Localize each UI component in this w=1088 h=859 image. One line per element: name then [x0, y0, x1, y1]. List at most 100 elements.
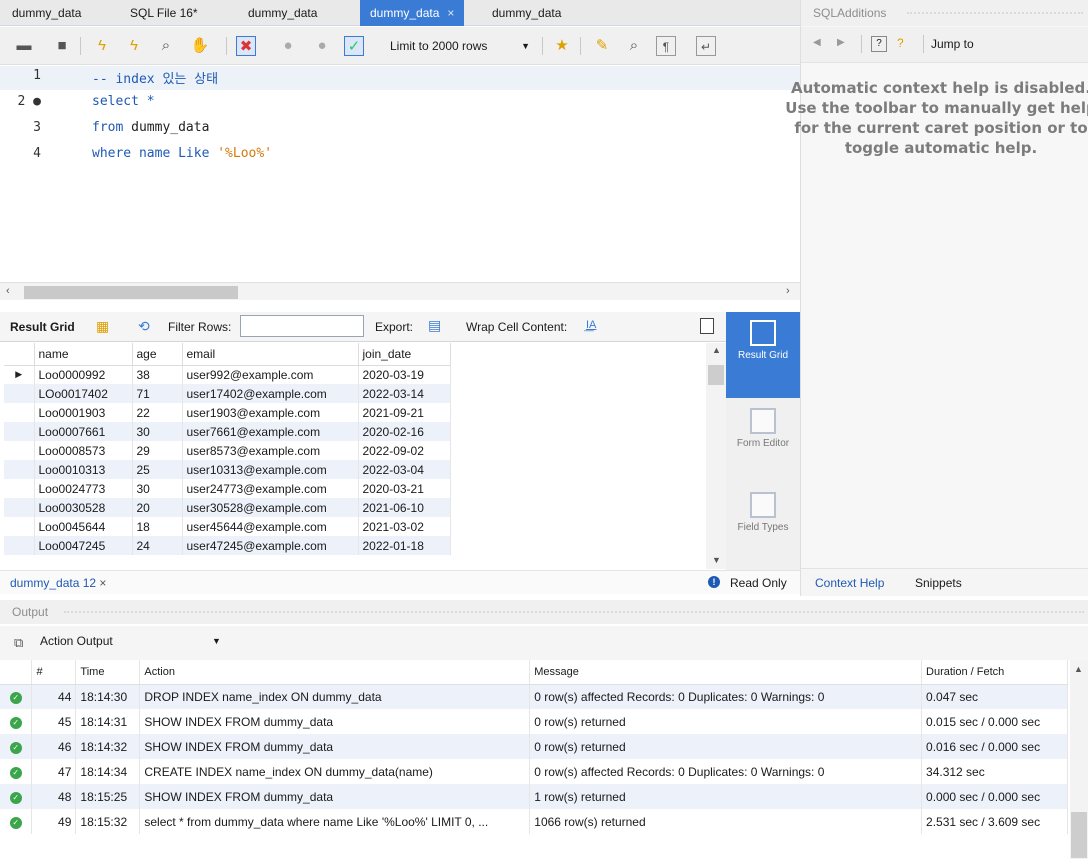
- table-cell[interactable]: user47245@example.com: [182, 536, 359, 555]
- output-row[interactable]: ✓ 46 18:14:32 SHOW INDEX FROM dummy_data 0 r…: [0, 734, 1068, 759]
- table-row[interactable]: LOo0017402 71 user17402@example.com 2022-03…: [4, 384, 451, 403]
- table-cell[interactable]: user24773@example.com: [182, 479, 359, 498]
- table-cell[interactable]: Loo0001903: [34, 403, 133, 422]
- table-cell[interactable]: user45644@example.com: [182, 517, 359, 536]
- table-cell[interactable]: 25: [132, 460, 183, 479]
- column-header[interactable]: Duration / Fetch: [921, 660, 1068, 685]
- output-vertical-scrollbar[interactable]: ▲: [1070, 660, 1088, 859]
- auto-help-icon[interactable]: ?: [897, 36, 904, 50]
- table-cell[interactable]: 2022-03-04: [358, 460, 451, 479]
- scroll-left-icon[interactable]: ‹: [6, 285, 10, 297]
- wrap-lines-icon[interactable]: ↵: [696, 36, 716, 56]
- rollback-icon[interactable]: ●: [312, 36, 332, 56]
- filter-rows-input[interactable]: [240, 315, 364, 337]
- column-header[interactable]: #: [31, 660, 77, 685]
- column-header[interactable]: Action: [139, 660, 531, 685]
- field-types-tool[interactable]: Field Types: [726, 484, 800, 568]
- editor-horizontal-scrollbar[interactable]: ‹ ›: [0, 282, 800, 300]
- sql-editor[interactable]: 1 -- index 있는 상태 2 ● select * 3 from dum…: [0, 66, 800, 282]
- table-cell[interactable]: user7661@example.com: [182, 422, 359, 441]
- column-header[interactable]: Time: [75, 660, 141, 685]
- result-grid-tool[interactable]: Result Grid: [726, 312, 800, 398]
- execute-icon[interactable]: ϟ: [92, 36, 112, 56]
- beautify-icon[interactable]: ✎: [592, 36, 612, 56]
- autocommit-icon[interactable]: ✓: [344, 36, 364, 56]
- column-header[interactable]: age: [132, 343, 183, 366]
- forward-icon[interactable]: ▶: [837, 37, 845, 48]
- table-cell[interactable]: 2020-03-19: [358, 365, 451, 384]
- table-cell[interactable]: 29: [132, 441, 183, 460]
- code-line-2[interactable]: select *: [92, 94, 155, 109]
- table-cell[interactable]: user17402@example.com: [182, 384, 359, 403]
- form-editor-tool[interactable]: Form Editor: [726, 400, 800, 484]
- output-row[interactable]: ✓ 47 18:14:34 CREATE INDEX name_index ON du…: [0, 759, 1068, 784]
- table-row[interactable]: ▶ Loo0000992 38 user992@example.com 2020-03-…: [4, 365, 451, 384]
- tab-dummy-data-2[interactable]: dummy_data: [238, 0, 327, 26]
- tab-dummy-data-1[interactable]: dummy_data: [2, 0, 91, 26]
- table-cell[interactable]: Loo0030528: [34, 498, 133, 517]
- column-header[interactable]: email: [182, 343, 359, 366]
- close-icon[interactable]: ×: [447, 6, 454, 20]
- code-line-4[interactable]: where name Like '%Loo%': [92, 146, 272, 161]
- scroll-down-icon[interactable]: ▼: [712, 555, 721, 565]
- table-row[interactable]: Loo0008573 29 user8573@example.com 2022-09-…: [4, 441, 451, 460]
- copy-icon[interactable]: ⧉: [14, 635, 23, 651]
- result-grid-label[interactable]: Result Grid: [10, 320, 75, 334]
- table-cell[interactable]: 20: [132, 498, 183, 517]
- table-row[interactable]: Loo0047245 24 user47245@example.com 2022-01…: [4, 536, 451, 555]
- row-selector[interactable]: [4, 422, 35, 441]
- row-selector[interactable]: [4, 384, 35, 403]
- scrollbar-thumb[interactable]: [1071, 812, 1087, 858]
- execute-current-icon[interactable]: ϟ: [124, 36, 144, 56]
- toggle-panel-icon[interactable]: [700, 318, 714, 334]
- result-grid[interactable]: name age email join_date ▶ Loo0000992 38 us…: [4, 343, 706, 569]
- table-cell[interactable]: 2021-09-21: [358, 403, 451, 422]
- result-tab[interactable]: dummy_data 12 ×: [10, 576, 106, 590]
- table-cell[interactable]: Loo0045644: [34, 517, 133, 536]
- open-file-icon[interactable]: ▬: [14, 36, 34, 56]
- table-cell[interactable]: 2020-02-16: [358, 422, 451, 441]
- row-selector[interactable]: [4, 441, 35, 460]
- table-cell[interactable]: 30: [132, 479, 183, 498]
- row-selector[interactable]: [4, 536, 35, 555]
- tab-snippets[interactable]: Snippets: [915, 569, 962, 597]
- commit-icon[interactable]: ●: [278, 36, 298, 56]
- output-row[interactable]: ✓ 48 18:15:25 SHOW INDEX FROM dummy_data 1 r…: [0, 784, 1068, 809]
- scroll-up-icon[interactable]: ▲: [1074, 664, 1083, 674]
- row-selector-icon[interactable]: ▶: [4, 365, 35, 384]
- table-cell[interactable]: Loo0000992: [34, 365, 133, 384]
- table-cell[interactable]: user8573@example.com: [182, 441, 359, 460]
- output-row[interactable]: ✓ 44 18:14:30 DROP INDEX name_index ON dumm…: [0, 684, 1068, 709]
- code-line-3[interactable]: from dummy_data: [92, 120, 209, 135]
- table-cell[interactable]: user10313@example.com: [182, 460, 359, 479]
- tab-dummy-data-active[interactable]: dummy_data ×: [360, 0, 465, 26]
- table-cell[interactable]: Loo0047245: [34, 536, 133, 555]
- table-cell[interactable]: 2022-03-14: [358, 384, 451, 403]
- close-icon[interactable]: ×: [99, 576, 106, 590]
- tab-context-help[interactable]: Context Help: [815, 569, 884, 597]
- output-type-select[interactable]: Action Output ▼: [40, 634, 222, 654]
- scroll-up-icon[interactable]: ▲: [712, 345, 721, 355]
- add-snippet-icon[interactable]: ★: [552, 36, 572, 56]
- table-cell[interactable]: Loo0007661: [34, 422, 133, 441]
- table-cell[interactable]: 30: [132, 422, 183, 441]
- grid-view-icon[interactable]: ▦: [96, 318, 109, 335]
- explain-icon[interactable]: ⌕: [156, 36, 176, 56]
- export-icon[interactable]: ▤: [428, 317, 441, 334]
- table-row[interactable]: Loo0045644 18 user45644@example.com 2021-03…: [4, 517, 451, 536]
- table-cell[interactable]: Loo0010313: [34, 460, 133, 479]
- find-icon[interactable]: ⌕: [624, 36, 644, 56]
- table-row[interactable]: Loo0010313 25 user10313@example.com 2022-03…: [4, 460, 451, 479]
- row-selector[interactable]: [4, 498, 35, 517]
- tab-dummy-data-3[interactable]: dummy_data: [482, 0, 571, 26]
- wrap-cell-icon[interactable]: I͟A: [586, 319, 596, 331]
- refresh-icon[interactable]: ⟲: [138, 318, 150, 335]
- scroll-right-icon[interactable]: ›: [786, 285, 790, 297]
- table-cell[interactable]: user30528@example.com: [182, 498, 359, 517]
- code-line-1[interactable]: -- index 있는 상태: [92, 68, 218, 87]
- row-selector[interactable]: [4, 479, 35, 498]
- table-row[interactable]: Loo0024773 30 user24773@example.com 2020-03…: [4, 479, 451, 498]
- manual-help-icon[interactable]: ?: [871, 36, 887, 52]
- table-row[interactable]: Loo0001903 22 user1903@example.com 2021-09-…: [4, 403, 451, 422]
- scrollbar-thumb[interactable]: [708, 365, 724, 385]
